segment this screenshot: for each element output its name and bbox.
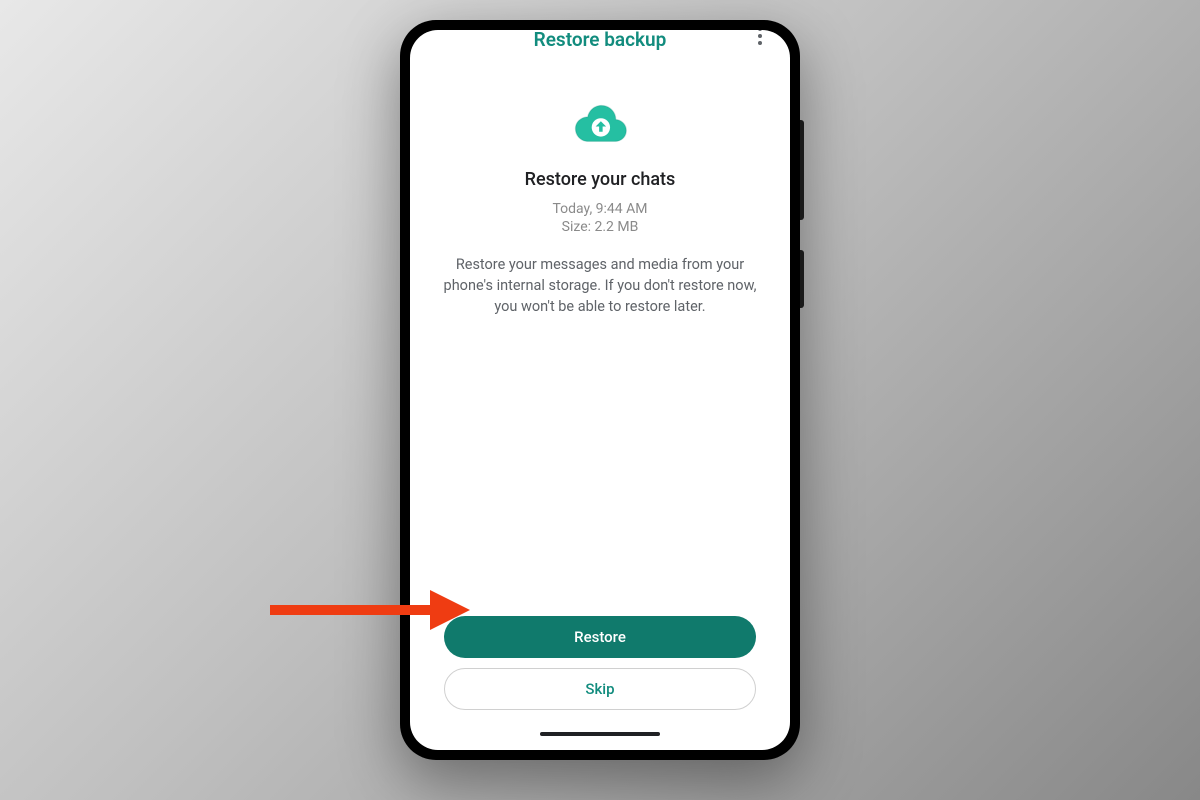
content-heading: Restore your chats: [525, 169, 676, 190]
phone-frame: Restore backup Restore your chats Today,…: [400, 20, 800, 760]
cloud-upload-icon: [572, 95, 628, 151]
restore-button[interactable]: Restore: [444, 616, 756, 658]
page-title: Restore backup: [534, 30, 667, 51]
button-area: Restore Skip: [410, 616, 790, 750]
phone-side-button: [800, 250, 804, 308]
backup-timestamp: Today, 9:44 AM: [552, 200, 647, 218]
skip-button[interactable]: Skip: [444, 668, 756, 710]
content-description: Restore your messages and media from you…: [436, 254, 764, 317]
backup-size: Size: 2.2 MB: [562, 218, 639, 236]
screen: Restore backup Restore your chats Today,…: [410, 30, 790, 750]
gesture-bar: [540, 732, 660, 736]
content-area: Restore your chats Today, 9:44 AM Size: …: [410, 57, 790, 616]
phone-side-button: [800, 120, 804, 220]
header: Restore backup: [410, 30, 790, 57]
more-options-icon[interactable]: [748, 30, 772, 48]
